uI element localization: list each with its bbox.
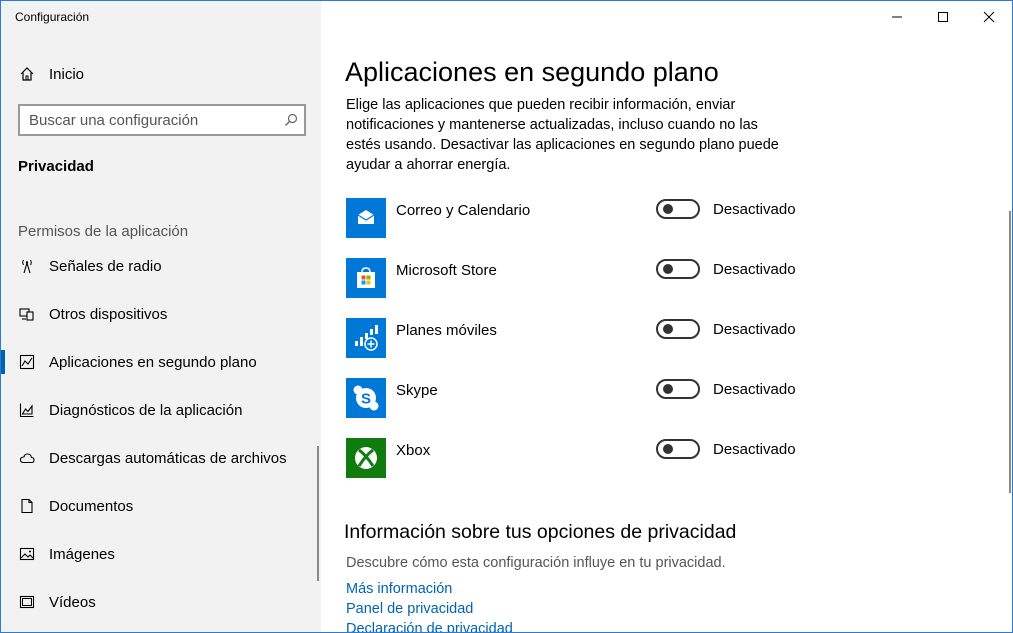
sidebar-item-label: Descargas automáticas de archivos <box>49 449 287 467</box>
background-toggle[interactable] <box>656 439 700 459</box>
cloud-icon <box>18 449 36 467</box>
background-apps-icon <box>18 353 36 371</box>
maximize-icon <box>938 12 948 22</box>
toggle-knob <box>663 204 673 214</box>
toggle-knob <box>663 264 673 274</box>
sidebar: Configuración Inicio Privacidad Permisos… <box>1 1 321 632</box>
toggle-state-label: Desactivado <box>713 261 796 278</box>
app-row-xbox: Xbox Desactivado <box>346 438 816 478</box>
sidebar-item-label: Documentos <box>49 497 134 515</box>
main-panel: Aplicaciones en segundo plano Elige las … <box>321 1 1012 632</box>
search-input[interactable] <box>20 111 270 129</box>
app-name: Xbox <box>396 442 431 459</box>
sidebar-item-downloads[interactable]: Descargas automáticas de archivos <box>1 438 321 478</box>
image-icon <box>18 545 36 563</box>
app-row-store: Microsoft Store Desactivado <box>346 258 816 298</box>
sidebar-item-label: Aplicaciones en segundo plano <box>49 353 257 371</box>
app-name: Planes móviles <box>396 322 497 339</box>
toggle-state-label: Desactivado <box>713 321 796 338</box>
sidebar-item-background-apps[interactable]: Aplicaciones en segundo plano <box>1 342 321 382</box>
search-icon[interactable] <box>284 113 298 127</box>
sidebar-item-documents[interactable]: Documentos <box>1 486 321 526</box>
main-scrollbar[interactable] <box>1009 211 1011 493</box>
privacy-info-title: Información sobre tus opciones de privac… <box>344 521 737 543</box>
privacy-statement-link[interactable]: Declaración de privacidad <box>346 621 513 632</box>
page-description: Elige las aplicaciones que pueden recibi… <box>346 97 779 173</box>
section-title: Privacidad <box>18 158 94 175</box>
toggle-state-label: Desactivado <box>713 201 796 218</box>
window-title: Configuración <box>15 10 90 24</box>
toggle-state-label: Desactivado <box>713 441 796 458</box>
sidebar-item-label: Inicio <box>49 65 85 83</box>
store-bag-icon <box>346 258 386 298</box>
app-row-mobile-plans: Planes móviles Desactivado <box>346 318 816 358</box>
background-toggle[interactable] <box>656 319 700 339</box>
sidebar-scrollbar[interactable] <box>317 446 319 581</box>
sidebar-item-other-devices[interactable]: Otros dispositivos <box>1 294 321 334</box>
search-box <box>18 104 306 136</box>
toggle-knob <box>663 324 673 334</box>
toggle-state-label: Desactivado <box>713 381 796 398</box>
background-toggle[interactable] <box>656 199 700 219</box>
xbox-icon <box>346 438 386 478</box>
mail-icon <box>346 198 386 238</box>
toggle-knob <box>663 444 673 454</box>
sidebar-item-images[interactable]: Imágenes <box>1 534 321 574</box>
app-name: Correo y Calendario <box>396 202 531 219</box>
settings-window: Configuración Inicio Privacidad Permisos… <box>0 0 1013 633</box>
document-icon <box>18 497 36 515</box>
privacy-dashboard-link[interactable]: Panel de privacidad <box>346 601 473 617</box>
minimize-button[interactable] <box>874 1 920 33</box>
page-title: Aplicaciones en segundo plano <box>345 57 719 87</box>
maximize-button[interactable] <box>920 1 966 33</box>
home-icon <box>18 65 36 83</box>
radio-antenna-icon <box>18 257 36 275</box>
diagnostics-chart-icon <box>18 401 36 419</box>
close-icon <box>983 11 995 23</box>
sidebar-item-label: Otros dispositivos <box>49 305 168 323</box>
sidebar-item-diagnostics[interactable]: Diagnósticos de la aplicación <box>1 390 321 430</box>
app-row-mail: Correo y Calendario Desactivado <box>346 198 816 238</box>
app-name: Microsoft Store <box>396 262 497 279</box>
sidebar-item-radio[interactable]: Señales de radio <box>1 246 321 286</box>
signal-plus-icon <box>346 318 386 358</box>
sidebar-item-home[interactable]: Inicio <box>1 57 321 91</box>
sidebar-item-label: Diagnósticos de la aplicación <box>49 401 243 419</box>
app-row-skype: S Skype Desactivado <box>346 378 816 418</box>
devices-icon <box>18 305 36 323</box>
toggle-knob <box>663 384 673 394</box>
background-toggle[interactable] <box>656 259 700 279</box>
video-icon <box>18 593 36 611</box>
svg-text:S: S <box>361 391 371 408</box>
group-label: Permisos de la aplicación <box>18 223 189 240</box>
background-toggle[interactable] <box>656 379 700 399</box>
minimize-icon <box>892 16 902 18</box>
sidebar-item-label: Vídeos <box>49 593 96 611</box>
skype-icon: S <box>346 378 386 418</box>
more-info-link[interactable]: Más información <box>346 581 452 597</box>
sidebar-item-label: Señales de radio <box>49 257 162 275</box>
close-button[interactable] <box>966 1 1012 33</box>
app-name: Skype <box>396 382 438 399</box>
sidebar-item-label: Imágenes <box>49 545 115 563</box>
privacy-info-description: Descubre cómo esta configuración influye… <box>346 555 726 571</box>
sidebar-item-videos[interactable]: Vídeos <box>1 582 321 622</box>
